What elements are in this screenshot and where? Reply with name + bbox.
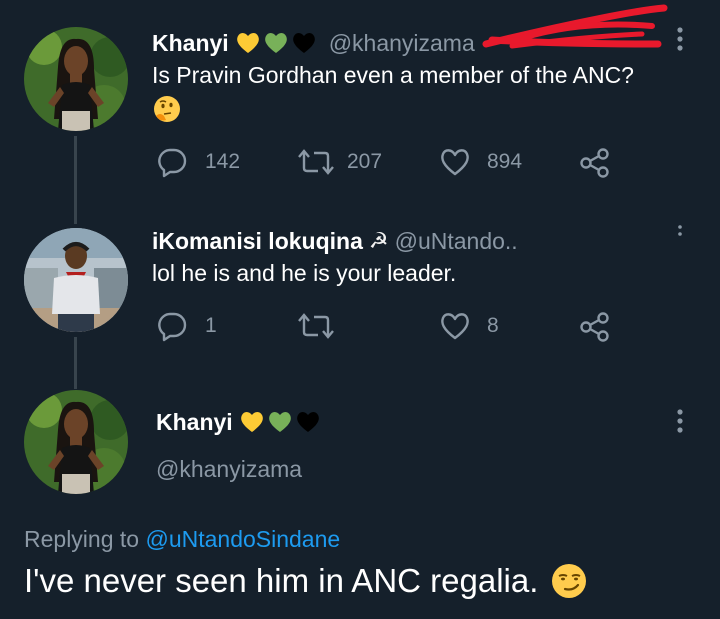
- handle[interactable]: @uNtando..: [395, 228, 518, 255]
- red-scribble: [482, 4, 668, 49]
- replying-to-link[interactable]: @uNtandoSindane: [145, 526, 340, 552]
- green-heart-icon: [264, 33, 287, 53]
- smirking-face-icon: [552, 564, 587, 598]
- tweet-text: Is Pravin Gordhan even a member of the A…: [152, 62, 634, 88]
- more-options-icon[interactable]: [676, 224, 684, 238]
- heart-emojis: [235, 31, 317, 55]
- share-icon[interactable]: [578, 310, 612, 344]
- share-icon[interactable]: [578, 146, 612, 180]
- avatar[interactable]: [24, 27, 128, 131]
- retweet-icon[interactable]: [296, 310, 336, 342]
- black-heart-icon: [292, 33, 315, 53]
- green-heart-icon: [268, 412, 291, 432]
- reply-icon[interactable]: [156, 146, 188, 178]
- handle[interactable]: @khanyizama: [329, 30, 475, 57]
- retweet-icon[interactable]: [296, 146, 336, 178]
- reply-count: 142: [205, 150, 241, 173]
- black-heart-icon: [296, 412, 319, 432]
- replying-label: Replying to: [24, 526, 140, 552]
- replying-to: Replying to @uNtandoSindane: [24, 526, 340, 553]
- reply-count: 1: [205, 314, 217, 337]
- tweet-header: iKomanisi lokuqina ☭ @uNtando..: [152, 226, 518, 256]
- handle[interactable]: @khanyizama: [156, 456, 302, 483]
- more-options-icon[interactable]: [674, 408, 686, 434]
- avatar[interactable]: [24, 228, 128, 332]
- display-name[interactable]: Khanyi: [152, 30, 229, 57]
- yellow-heart-icon: [240, 412, 263, 432]
- reply-icon[interactable]: [156, 310, 188, 342]
- thread-line: [74, 337, 77, 389]
- main-tweet-text-row: I've never seen him in ANC regalia.: [24, 562, 588, 600]
- display-name[interactable]: iKomanisi lokuqina: [152, 228, 363, 255]
- main-tweet-text: I've never seen him in ANC regalia.: [24, 562, 539, 599]
- hammer-and-sickle-icon: ☭: [368, 228, 389, 254]
- yellow-heart-icon: [236, 33, 259, 53]
- tweet-text: lol he is and he is your leader.: [152, 260, 457, 286]
- retweet-count: 207: [347, 150, 383, 173]
- avatar[interactable]: [24, 390, 128, 494]
- more-options-icon[interactable]: [674, 26, 686, 52]
- like-icon[interactable]: [438, 146, 472, 178]
- display-name[interactable]: Khanyi: [156, 409, 233, 436]
- like-icon[interactable]: [438, 310, 472, 342]
- thread-line: [74, 136, 77, 224]
- tweet-header: Khanyi @khanyizama: [152, 28, 475, 58]
- like-count: 894: [487, 150, 523, 173]
- heart-emojis: [239, 410, 321, 434]
- like-count: 8: [487, 314, 499, 337]
- main-tweet-name-row: Khanyi: [156, 406, 321, 438]
- thinking-face-icon: [154, 96, 180, 122]
